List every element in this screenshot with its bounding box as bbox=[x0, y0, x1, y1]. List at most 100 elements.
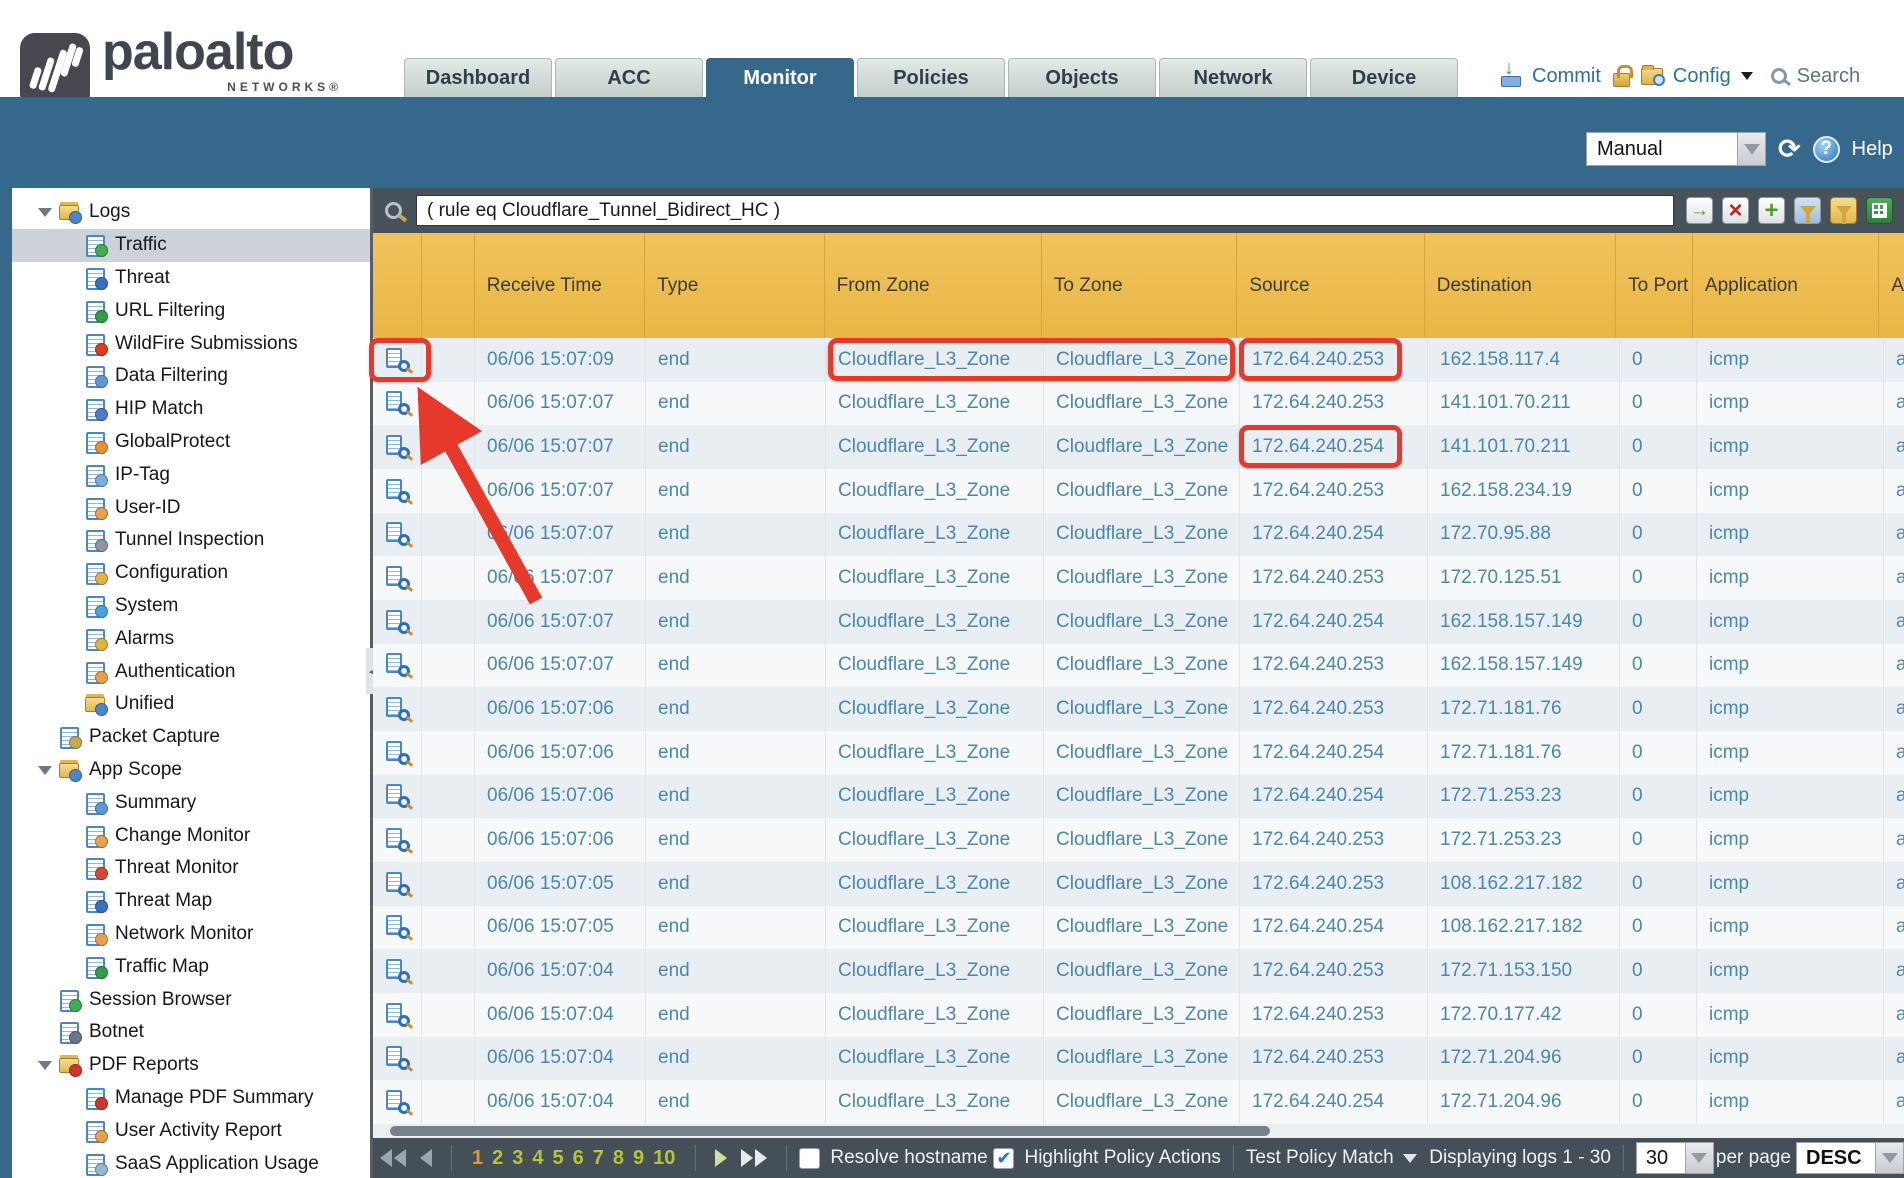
log-detail-magnifier-icon[interactable] bbox=[385, 915, 409, 939]
application-cell[interactable]: icmp bbox=[1697, 644, 1884, 688]
destination-cell[interactable]: 172.70.95.88 bbox=[1428, 513, 1620, 557]
log-detail-cell[interactable] bbox=[373, 687, 422, 731]
page-number[interactable]: 8 bbox=[613, 1147, 624, 1170]
application-cell[interactable]: icmp bbox=[1697, 862, 1884, 906]
sidebar-item[interactable]: URL Filtering bbox=[12, 294, 370, 327]
to-port-cell[interactable]: 0 bbox=[1620, 949, 1697, 993]
to-port-cell[interactable]: 0 bbox=[1620, 382, 1697, 426]
expand-triangle-icon[interactable] bbox=[38, 989, 59, 1011]
search-button[interactable]: Search bbox=[1797, 65, 1860, 88]
sidebar-item[interactable]: Traffic bbox=[12, 229, 370, 262]
destination-cell[interactable]: 172.71.204.96 bbox=[1428, 1037, 1620, 1081]
destination-cell[interactable]: 172.71.181.76 bbox=[1428, 731, 1620, 775]
sidebar-item[interactable]: Session Browser bbox=[12, 983, 370, 1016]
sidebar-item[interactable]: User-ID bbox=[12, 491, 370, 524]
application-cell[interactable]: icmp bbox=[1697, 818, 1884, 862]
application-cell[interactable]: icmp bbox=[1697, 338, 1884, 382]
action-cell[interactable]: a bbox=[1884, 906, 1904, 950]
log-detail-cell[interactable] bbox=[373, 644, 422, 688]
config-icon[interactable] bbox=[1641, 68, 1663, 85]
log-detail-magnifier-icon[interactable] bbox=[385, 522, 409, 546]
page-number[interactable]: 4 bbox=[532, 1147, 543, 1170]
to-zone-cell[interactable]: Cloudflare_L3_Zone bbox=[1044, 862, 1240, 906]
from-zone-cell[interactable]: Cloudflare_L3_Zone bbox=[826, 993, 1044, 1037]
sidebar-item[interactable]: User Activity Report bbox=[12, 1114, 370, 1147]
to-zone-cell[interactable]: Cloudflare_L3_Zone bbox=[1044, 949, 1240, 993]
to-port-cell[interactable]: 0 bbox=[1620, 731, 1697, 775]
log-detail-magnifier-icon[interactable] bbox=[385, 435, 409, 459]
action-cell[interactable]: a bbox=[1884, 731, 1904, 775]
expand-triangle-icon[interactable] bbox=[38, 759, 59, 781]
refresh-icon[interactable]: ⟳ bbox=[1778, 136, 1801, 163]
sidebar-item[interactable]: Traffic Map bbox=[12, 950, 370, 983]
from-zone-cell[interactable]: Cloudflare_L3_Zone bbox=[826, 949, 1044, 993]
from-zone-cell[interactable]: Cloudflare_L3_Zone bbox=[826, 1037, 1044, 1081]
to-port-cell[interactable]: 0 bbox=[1620, 469, 1697, 513]
action-cell[interactable]: a bbox=[1884, 1037, 1904, 1081]
per-page-select[interactable]: 30 bbox=[1637, 1143, 1685, 1173]
source-cell[interactable]: 172.64.240.254 bbox=[1240, 600, 1428, 644]
config-dropdown-caret[interactable] bbox=[1741, 72, 1753, 80]
destination-cell[interactable]: 141.101.70.211 bbox=[1428, 382, 1620, 426]
to-zone-cell[interactable]: Cloudflare_L3_Zone bbox=[1044, 993, 1240, 1037]
horizontal-scrollbar[interactable] bbox=[373, 1124, 1904, 1138]
from-zone-cell[interactable]: Cloudflare_L3_Zone bbox=[826, 687, 1044, 731]
add-filter-icon[interactable]: + bbox=[1758, 197, 1785, 224]
sidebar-item[interactable]: System bbox=[12, 590, 370, 623]
sidebar-item[interactable]: Alarms bbox=[12, 622, 370, 655]
sidebar-item[interactable]: Packet Capture bbox=[12, 721, 370, 754]
col-header-receive-time[interactable]: Receive Time bbox=[475, 233, 645, 338]
main-tab[interactable]: Policies bbox=[857, 58, 1005, 97]
log-detail-cell[interactable] bbox=[373, 1080, 422, 1124]
source-cell[interactable]: 172.64.240.253 bbox=[1240, 949, 1428, 993]
source-cell[interactable]: 172.64.240.254 bbox=[1240, 1080, 1428, 1124]
sidebar-item[interactable]: Configuration bbox=[12, 557, 370, 590]
sidebar-item[interactable]: Threat Monitor bbox=[12, 852, 370, 885]
application-cell[interactable]: icmp bbox=[1697, 556, 1884, 600]
from-zone-cell[interactable]: Cloudflare_L3_Zone bbox=[826, 425, 1044, 469]
expand-triangle-icon[interactable] bbox=[38, 1021, 59, 1043]
per-page-caret[interactable] bbox=[1685, 1143, 1713, 1173]
log-detail-magnifier-icon[interactable] bbox=[385, 828, 409, 852]
log-detail-magnifier-icon[interactable] bbox=[385, 959, 409, 983]
source-cell[interactable]: 172.64.240.254 bbox=[1240, 775, 1428, 819]
source-cell[interactable]: 172.64.240.254 bbox=[1240, 731, 1428, 775]
to-port-cell[interactable]: 0 bbox=[1620, 1037, 1697, 1081]
log-detail-cell[interactable] bbox=[373, 862, 422, 906]
application-cell[interactable]: icmp bbox=[1697, 775, 1884, 819]
to-zone-cell[interactable]: Cloudflare_L3_Zone bbox=[1044, 556, 1240, 600]
to-port-cell[interactable]: 0 bbox=[1620, 1080, 1697, 1124]
log-detail-magnifier-icon[interactable] bbox=[385, 697, 409, 721]
action-cell[interactable]: a bbox=[1884, 687, 1904, 731]
next-page-icon[interactable] bbox=[715, 1149, 727, 1167]
destination-cell[interactable]: 172.71.204.96 bbox=[1428, 1080, 1620, 1124]
log-detail-magnifier-icon[interactable] bbox=[385, 566, 409, 590]
to-zone-cell[interactable]: Cloudflare_L3_Zone bbox=[1044, 644, 1240, 688]
sidebar-item[interactable]: IP-Tag bbox=[12, 458, 370, 491]
application-cell[interactable]: icmp bbox=[1697, 1037, 1884, 1081]
commit-icon[interactable] bbox=[1498, 65, 1522, 87]
destination-cell[interactable]: 108.162.217.182 bbox=[1428, 862, 1620, 906]
to-port-cell[interactable]: 0 bbox=[1620, 818, 1697, 862]
col-header-type[interactable]: Type bbox=[645, 233, 824, 338]
test-policy-match-button[interactable]: Test Policy Match bbox=[1246, 1147, 1394, 1169]
application-cell[interactable]: icmp bbox=[1697, 949, 1884, 993]
log-detail-magnifier-icon[interactable] bbox=[385, 1003, 409, 1027]
col-header-to-zone[interactable]: To Zone bbox=[1042, 233, 1237, 338]
destination-cell[interactable]: 172.70.177.42 bbox=[1428, 993, 1620, 1037]
action-cell[interactable]: a bbox=[1884, 556, 1904, 600]
main-tab[interactable]: ACC bbox=[555, 58, 703, 97]
config-button[interactable]: Config bbox=[1673, 65, 1731, 88]
destination-cell[interactable]: 162.158.157.149 bbox=[1428, 644, 1620, 688]
log-detail-cell[interactable] bbox=[373, 818, 422, 862]
log-detail-cell[interactable] bbox=[373, 993, 422, 1037]
from-zone-cell[interactable]: Cloudflare_L3_Zone bbox=[826, 644, 1044, 688]
sort-order-select[interactable]: DESC bbox=[1797, 1143, 1875, 1173]
page-number[interactable]: 6 bbox=[573, 1147, 584, 1170]
col-header-destination[interactable]: Destination bbox=[1425, 233, 1616, 338]
log-detail-cell[interactable] bbox=[373, 906, 422, 950]
to-port-cell[interactable]: 0 bbox=[1620, 338, 1697, 382]
destination-cell[interactable]: 162.158.117.4 bbox=[1428, 338, 1620, 382]
page-number[interactable]: 1 bbox=[472, 1147, 483, 1170]
action-cell[interactable]: a bbox=[1884, 818, 1904, 862]
